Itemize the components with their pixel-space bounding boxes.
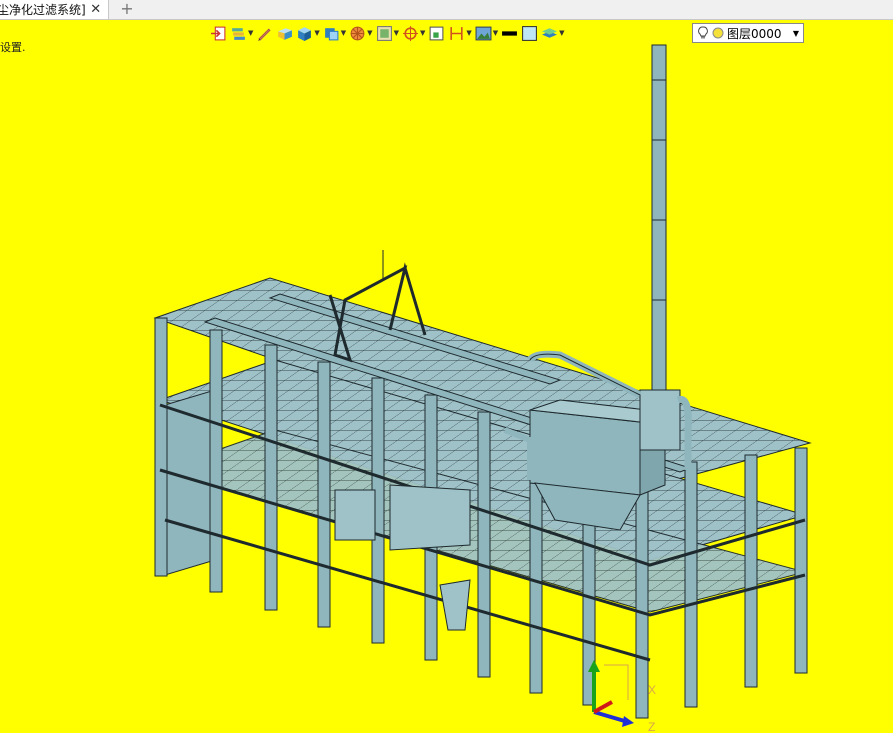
3d-model-viewport[interactable] [0, 0, 893, 733]
render-mode-button[interactable]: ▼ [349, 23, 373, 43]
view-cube-button[interactable]: ▼ [323, 23, 346, 43]
snap-target-icon [403, 25, 418, 41]
pencil-icon [258, 27, 271, 41]
layer-dropdown[interactable]: 图层0000 ▼ [692, 23, 804, 43]
chevron-down-icon[interactable]: ▼ [394, 29, 399, 37]
chevron-down-icon[interactable]: ▼ [793, 29, 799, 38]
chevron-down-icon[interactable]: ▼ [559, 29, 564, 37]
snap-target-button[interactable]: ▼ [402, 23, 425, 43]
layer-manager-button[interactable]: ▼ [541, 23, 565, 43]
current-layer-value: 图层0000 [727, 26, 782, 41]
dimension-button[interactable]: ▼ [448, 23, 472, 43]
layer-manager-icon [542, 27, 558, 38]
line-color-button[interactable] [501, 23, 518, 43]
chevron-down-icon[interactable]: ▼ [367, 29, 372, 37]
exit-sketch-button[interactable] [210, 23, 227, 43]
render-mode-icon [350, 26, 365, 40]
chevron-down-icon[interactable]: ▼ [493, 29, 498, 37]
tab-bar: 尘净化过滤系统] ✕ + [0, 0, 893, 20]
chevron-down-icon[interactable]: ▼ [466, 29, 471, 37]
line-color-icon [502, 30, 518, 36]
command-prompt-text: 设置. [0, 41, 26, 54]
view-cube-icon [324, 27, 339, 40]
fill-color-button[interactable] [521, 23, 538, 43]
chevron-down-icon[interactable]: ▼ [420, 29, 425, 37]
frame-button[interactable]: ▼ [376, 23, 399, 43]
image-button[interactable]: ▼ [475, 23, 498, 43]
layer-stack-icon [232, 27, 245, 40]
chevron-down-icon[interactable]: ▼ [314, 29, 319, 37]
lightbulb-icon[interactable] [697, 26, 709, 40]
tab-title: 尘净化过滤系统] [0, 3, 86, 17]
new-tab-button[interactable]: + [118, 0, 136, 19]
fit-view-button[interactable] [428, 23, 445, 43]
close-icon[interactable]: ✕ [89, 2, 103, 17]
fill-color-icon [522, 25, 538, 41]
shaded-cube-button[interactable]: ▼ [296, 23, 320, 43]
floating-toolbar: ▼ ▼ ▼ ▼ ▼ ▼ ▼ ▼ ▼ [210, 22, 568, 44]
image-icon [475, 26, 492, 40]
solid-box-icon [278, 27, 293, 40]
steel-structure-model[interactable] [153, 44, 812, 719]
chevron-down-icon[interactable]: ▼ [341, 29, 346, 37]
pencil-button[interactable] [256, 23, 273, 43]
chevron-down-icon[interactable]: ▼ [248, 29, 253, 37]
frame-icon [376, 25, 392, 41]
layer-stack-button[interactable]: ▼ [230, 23, 253, 43]
document-tab[interactable]: 尘净化过滤系统] ✕ [0, 0, 109, 19]
shaded-cube-icon [298, 26, 312, 41]
exit-sketch-icon [211, 26, 226, 40]
sun-icon[interactable] [711, 26, 725, 40]
fit-view-icon [429, 26, 444, 40]
solid-box-button[interactable] [276, 23, 293, 43]
dimension-icon [450, 26, 463, 40]
